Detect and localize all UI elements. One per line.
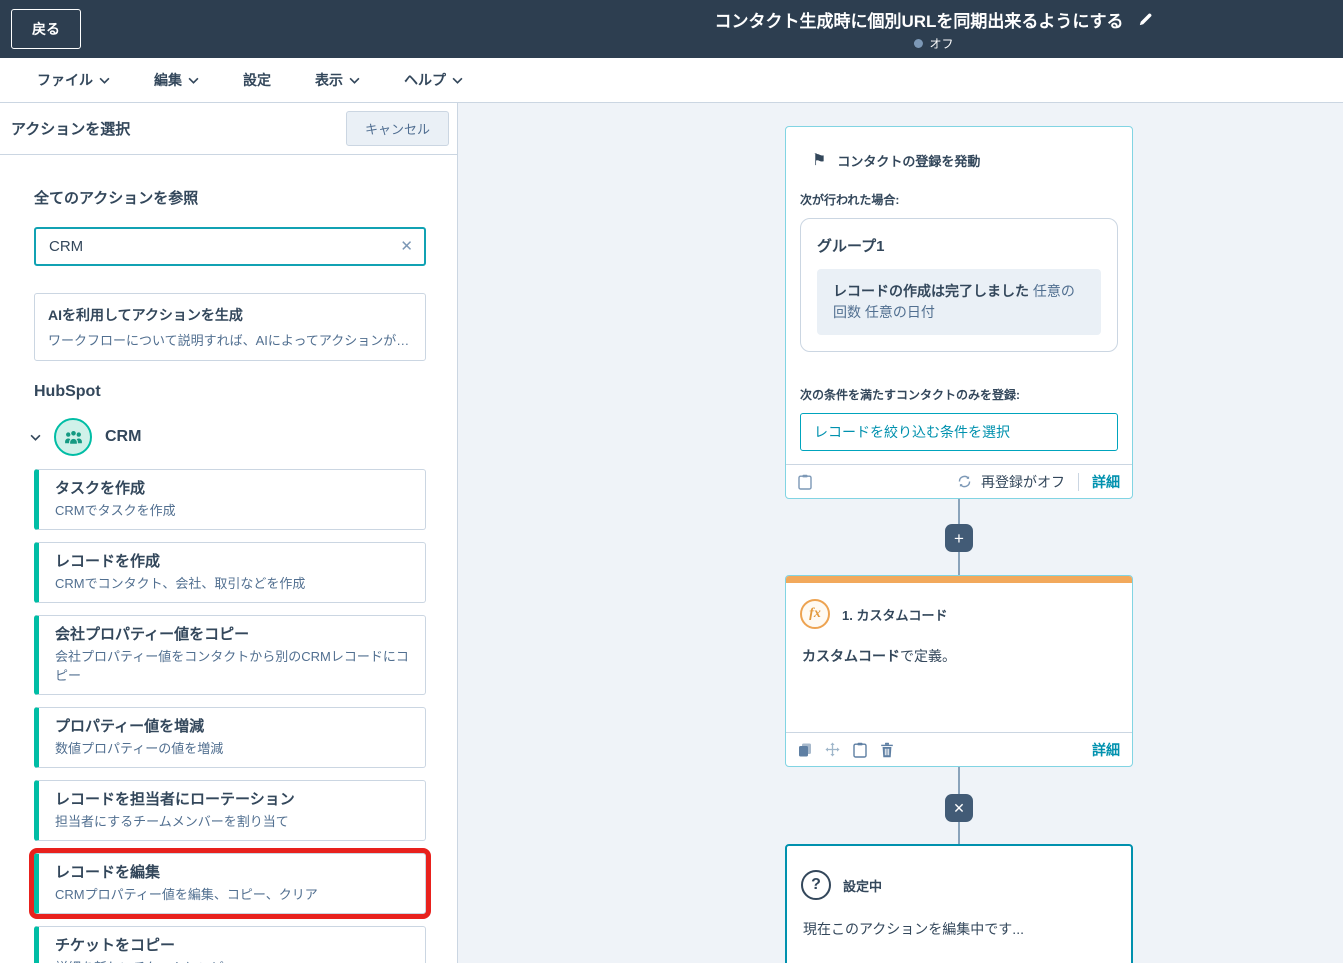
edit-pencil-icon[interactable] xyxy=(1138,12,1153,27)
reenrollment-refresh-icon xyxy=(957,474,972,489)
chevron-down-icon xyxy=(188,77,199,84)
menu-file[interactable]: ファイル xyxy=(37,70,110,90)
trigger-filter-label: 次の条件を満たすコンタクトのみを登録: xyxy=(800,388,1020,402)
custom-code-title: 1. カスタムコード xyxy=(842,607,948,623)
trigger-when-label: 次が行われた場合: xyxy=(800,193,900,207)
status-dot-icon xyxy=(913,38,923,48)
action-card-create-record[interactable]: レコードを作成 CRMでコンタクト、会社、取引などを作成 xyxy=(34,542,426,603)
chevron-down-icon xyxy=(99,77,110,84)
sidebar-panel-header: アクションを選択 キャンセル xyxy=(0,103,457,155)
clipboard-icon[interactable] xyxy=(853,742,867,758)
settings-card-title: 設定中 xyxy=(843,878,883,894)
connector-line xyxy=(958,767,960,794)
chevron-down-icon xyxy=(30,434,41,441)
trigger-title: コンタクトの登録を発動 xyxy=(837,154,981,169)
sidebar-scroll-area[interactable]: 全てのアクションを参照 ✕ AIを利用してアクションを生成 ワークフローについて… xyxy=(0,155,457,963)
settings-in-progress-card[interactable]: ? 設定中 現在このアクションを編集中です... xyxy=(785,844,1133,963)
custom-code-accent-bar xyxy=(786,576,1132,583)
connector-line xyxy=(958,822,960,844)
remove-action-button[interactable]: ✕ xyxy=(945,794,973,822)
ai-generate-card[interactable]: AIを利用してアクションを生成 ワークフローについて説明すれば、AIによってアク… xyxy=(34,293,426,361)
group-name: グループ1 xyxy=(817,238,885,255)
action-card-rotate-record-owner[interactable]: レコードを担当者にローテーション 担当者にするチームメンバーを割り当て xyxy=(34,780,426,841)
add-action-button[interactable]: + xyxy=(945,524,973,552)
move-icon[interactable] xyxy=(825,742,840,757)
action-search-input[interactable] xyxy=(34,227,426,266)
crm-people-icon xyxy=(54,418,92,456)
filter-condition-select[interactable]: レコードを絞り込む条件を選択 xyxy=(800,413,1118,451)
hubspot-group-heading: HubSpot xyxy=(34,383,101,400)
action-card-copy-ticket[interactable]: チケットをコピー 詳細を新しいチケットにコピー xyxy=(34,926,426,963)
workflow-title: コンタクト生成時に個別URLを同期出来るようにする xyxy=(714,11,1124,31)
crm-group-row[interactable]: CRM xyxy=(30,418,426,456)
chevron-down-icon xyxy=(452,77,463,84)
panel-title: アクションを選択 xyxy=(11,121,131,138)
question-mark-icon: ? xyxy=(801,870,831,900)
menu-view[interactable]: 表示 xyxy=(315,70,360,90)
footer-divider xyxy=(1078,472,1079,491)
browse-actions-heading: 全てのアクションを参照 xyxy=(34,190,199,207)
action-search: ✕ xyxy=(34,227,426,266)
ai-card-description: ワークフローについて説明すれば、AIによってアクションが自動的... xyxy=(48,333,412,348)
settings-card-body: 現在このアクションを編集中です... xyxy=(803,921,1024,937)
connector-line xyxy=(958,552,960,575)
action-card-create-task[interactable]: タスクを作成 CRMでタスクを作成 xyxy=(34,469,426,530)
connector-line xyxy=(958,499,960,524)
workflow-status: オフ xyxy=(913,35,954,52)
custom-code-details-link[interactable]: 詳細 xyxy=(1092,740,1120,760)
cancel-button[interactable]: キャンセル xyxy=(345,111,449,146)
crm-group-label: CRM xyxy=(105,428,142,445)
fx-icon: fx xyxy=(800,599,830,629)
menu-settings[interactable]: 設定 xyxy=(243,70,271,90)
actions-list: タスクを作成 CRMでタスクを作成 レコードを作成 CRMでコンタクト、会社、取… xyxy=(29,469,431,963)
trigger-footer: 再登録がオフ 詳細 xyxy=(786,464,1132,498)
ai-card-title: AIを利用してアクションを生成 xyxy=(48,307,243,323)
trigger-node-card[interactable]: ⚑ コンタクトの登録を発動 次が行われた場合: グループ1 レコードの作成は完了… xyxy=(785,126,1133,499)
clipboard-icon[interactable] xyxy=(798,474,812,490)
chevron-down-icon xyxy=(349,77,360,84)
group-condition: レコードの作成は完了しました 任意の回数 任意の日付 xyxy=(817,269,1101,335)
trigger-details-link[interactable]: 詳細 xyxy=(1092,472,1120,492)
menu-bar: ファイル 編集 設定 表示 ヘルプ xyxy=(0,58,1343,103)
flag-icon: ⚑ xyxy=(812,151,827,169)
action-select-sidebar: アクションを選択 キャンセル 全てのアクションを参照 ✕ AIを利用してアクショ… xyxy=(0,103,458,963)
menu-edit[interactable]: 編集 xyxy=(154,70,199,90)
trash-icon[interactable] xyxy=(880,742,894,758)
clear-search-icon[interactable]: ✕ xyxy=(400,237,413,255)
menu-help[interactable]: ヘルプ xyxy=(404,70,463,90)
workflow-title-block: コンタクト生成時に個別URLを同期出来るようにする オフ xyxy=(714,0,1152,58)
copy-icon[interactable] xyxy=(798,743,812,757)
custom-code-node-card[interactable]: fx 1. カスタムコード カスタムコードで定義。 詳細 xyxy=(785,575,1133,767)
status-label: オフ xyxy=(929,36,954,51)
back-button[interactable]: 戻る xyxy=(11,9,81,49)
action-card-edit-record-highlighted[interactable]: レコードを編集 CRMプロパティー値を編集、コピー、クリア xyxy=(29,848,431,919)
app-header: 戻る コンタクト生成時に個別URLを同期出来るようにする オフ xyxy=(0,0,1343,58)
custom-code-footer: 詳細 xyxy=(786,732,1132,766)
custom-code-summary: カスタムコードで定義。 xyxy=(802,648,956,664)
action-card-copy-company-property[interactable]: 会社プロパティー値をコピー 会社プロパティー値をコンタクトから別のCRMレコード… xyxy=(34,615,426,695)
reenrollment-status-label: 再登録がオフ xyxy=(981,473,1065,490)
action-card-increment-property[interactable]: プロパティー値を増減 数値プロパティーの値を増減 xyxy=(34,707,426,768)
trigger-group-box[interactable]: グループ1 レコードの作成は完了しました 任意の回数 任意の日付 xyxy=(800,218,1118,352)
workflow-canvas[interactable]: ⚑ コンタクトの登録を発動 次が行われた場合: グループ1 レコードの作成は完了… xyxy=(458,103,1343,963)
